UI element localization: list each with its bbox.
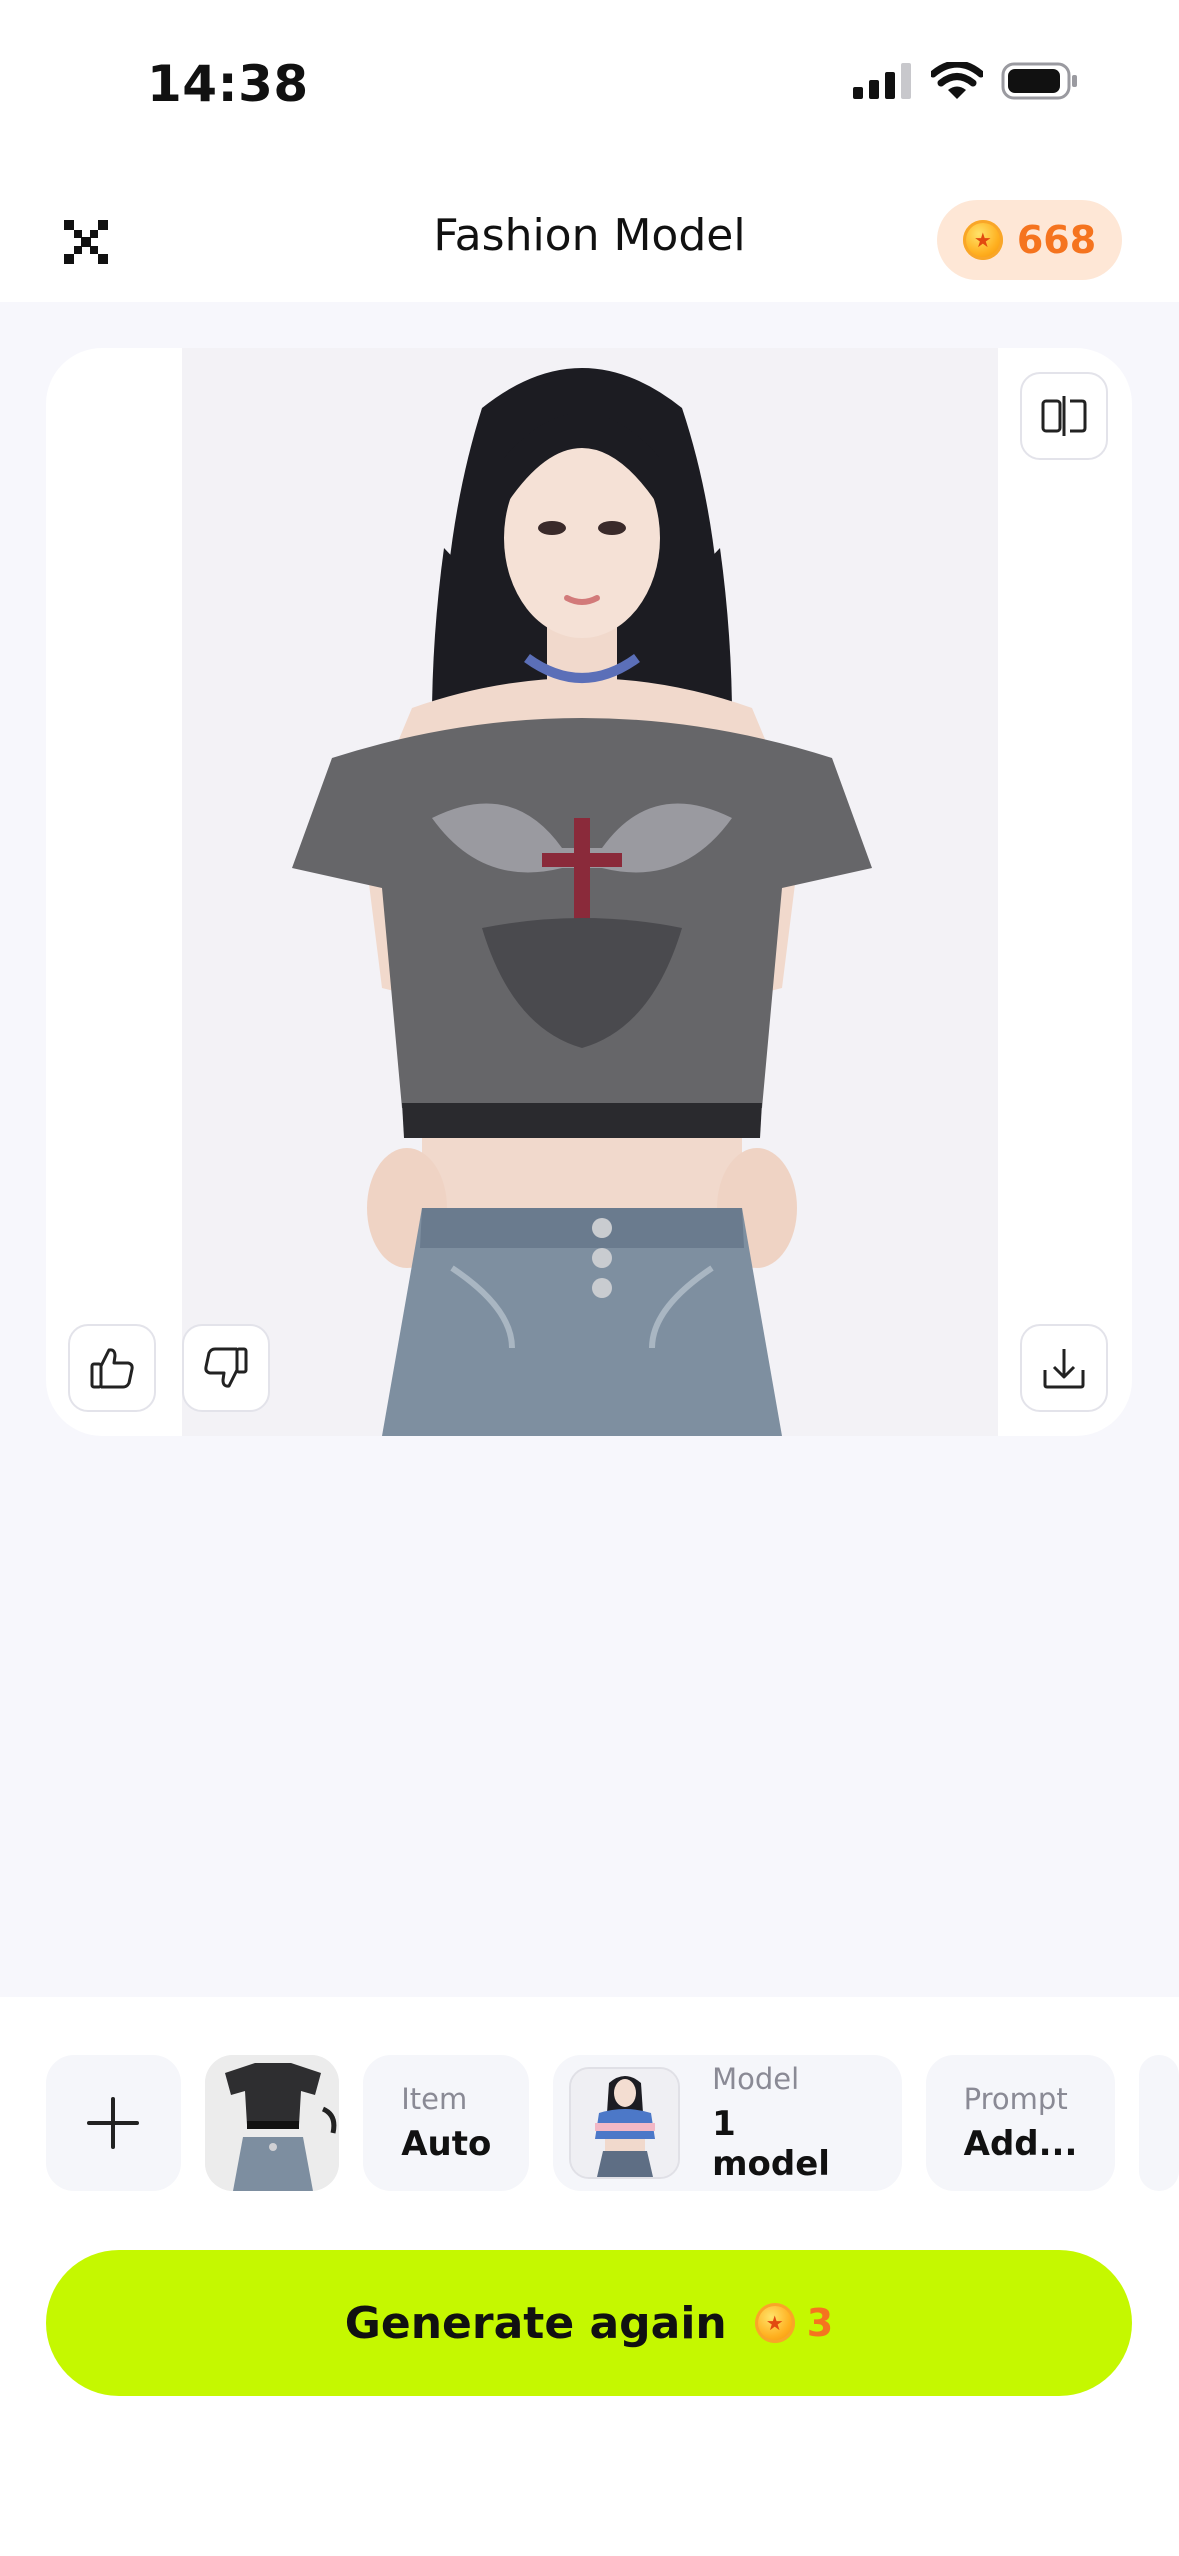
item-option-value: Auto [401, 2124, 492, 2164]
model-option-value: 1 model [712, 2104, 830, 2184]
status-bar: 14:38 [0, 0, 1179, 170]
status-time: 14:38 [147, 55, 309, 113]
garment-thumbnail[interactable] [204, 2055, 340, 2191]
options-row: Item Auto Model 1 model Prompt Add... [46, 2055, 1179, 2191]
battery-icon [1001, 62, 1077, 100]
status-icons [853, 62, 1079, 100]
prompt-option-value: Add... [963, 2124, 1078, 2164]
coin-icon: ★ [754, 2303, 795, 2343]
plus-icon [87, 2097, 140, 2149]
thumbs-up-icon [90, 1348, 134, 1389]
add-item-button[interactable] [46, 2055, 181, 2191]
coin-balance[interactable]: ★ 668 [937, 200, 1122, 280]
generate-cost: ★ 3 [754, 2301, 834, 2345]
generate-again-button[interactable]: Generate again ★ 3 [46, 2250, 1132, 2396]
generate-cost-value: 3 [806, 2301, 834, 2345]
dislike-button[interactable] [182, 1324, 270, 1412]
coin-icon: ★ [962, 220, 1003, 260]
like-button[interactable] [68, 1324, 156, 1412]
compare-button[interactable] [1020, 372, 1108, 460]
model-option-text: Model 1 model [712, 2062, 864, 2184]
thumbs-down-icon [204, 1347, 248, 1388]
generate-again-label: Generate again [344, 2297, 727, 2349]
garment-image [204, 2055, 340, 2191]
model-thumbnail [569, 2067, 681, 2179]
prompt-option-label: Prompt [963, 2082, 1068, 2116]
coin-count: 668 [1016, 218, 1097, 262]
prompt-option[interactable]: Prompt Add... [925, 2055, 1116, 2191]
download-button[interactable] [1020, 1324, 1108, 1412]
result-card [46, 348, 1132, 1436]
compare-icon [1041, 396, 1087, 436]
item-option[interactable]: Item Auto [363, 2055, 530, 2191]
download-icon [1043, 1349, 1085, 1389]
app-header: Fashion Model ★ 668 [0, 170, 1179, 302]
signal-icon [853, 63, 911, 99]
item-option-label: Item [401, 2082, 468, 2116]
model-option-label: Model [712, 2062, 800, 2096]
more-options-chip[interactable] [1139, 2055, 1179, 2191]
model-illustration [182, 348, 998, 1436]
wifi-icon [931, 62, 983, 99]
generated-image[interactable] [182, 348, 998, 1436]
model-option[interactable]: Model 1 model [553, 2055, 902, 2191]
